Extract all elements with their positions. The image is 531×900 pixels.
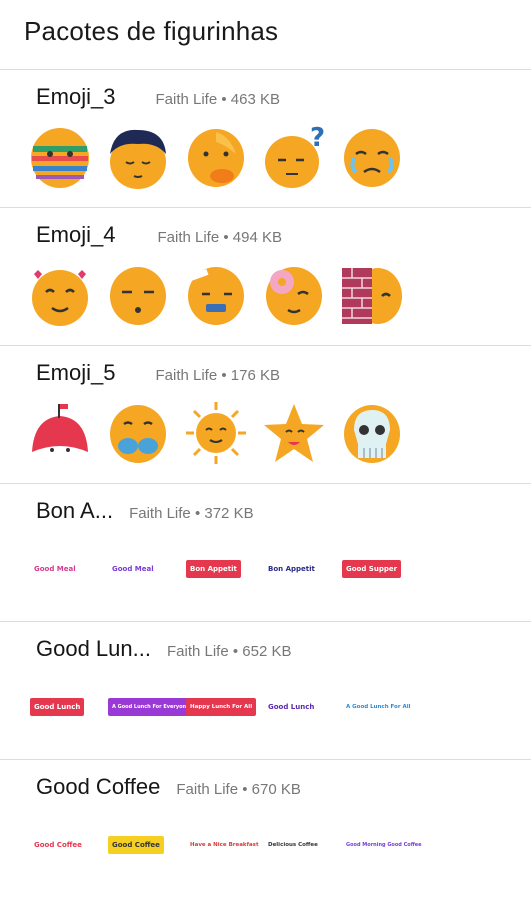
text-sticker: Good Lunch xyxy=(268,703,315,711)
pack-name: Emoji_5 xyxy=(36,360,116,385)
emoji-sleepy-sticker xyxy=(106,262,170,328)
pack-size: 652 KB xyxy=(242,643,292,660)
text-sticker: Good Meal xyxy=(34,565,76,573)
emoji-duck-beak-sticker xyxy=(184,124,248,190)
pack-publisher: Faith Life xyxy=(129,505,191,522)
pack-name: Emoji_3 xyxy=(36,84,116,109)
sticker-pack-good-coffee[interactable]: Good Coffee Faith Life • 670 KB Good Cof… xyxy=(0,759,531,897)
pack-size: 176 KB xyxy=(230,367,281,384)
emoji-bandage-sticker xyxy=(184,262,248,328)
pack-publisher: Faith Life xyxy=(155,91,218,108)
text-sticker: Good Coffee xyxy=(106,814,170,880)
pack-size: 463 KB xyxy=(230,91,281,108)
pack-meta: Faith Life • 652 KB xyxy=(166,643,292,660)
emoji-hair-sticker xyxy=(106,124,170,190)
text-sticker: Bon Appetit xyxy=(184,538,248,604)
pack-size: 494 KB xyxy=(232,229,283,246)
emoji-star-sticker xyxy=(262,400,326,466)
emoji-donut-sticker xyxy=(262,262,326,328)
pack-publisher: Faith Life xyxy=(155,367,218,384)
text-sticker: Good Meal xyxy=(112,565,154,573)
pack-meta: Faith Life • 463 KB xyxy=(155,91,281,108)
pack-meta: Faith Life • 372 KB xyxy=(129,505,254,522)
text-sticker: Delicious Coffee xyxy=(268,842,318,848)
sticker-pack-emoji-3[interactable]: Emoji_3 Faith Life • 463 KB ? xyxy=(0,69,531,207)
emoji-skull-sticker xyxy=(340,400,404,466)
text-sticker: Happy Lunch For All xyxy=(184,676,257,742)
emoji-cake-sticker xyxy=(28,400,92,466)
pack-name: Good Coffee xyxy=(36,774,161,799)
pack-meta: Faith Life • 494 KB xyxy=(157,229,283,246)
text-sticker: Bon Appetit xyxy=(268,565,315,573)
pack-name: Bon A... xyxy=(36,498,114,523)
page-title: Pacotes de figurinhas xyxy=(24,16,279,46)
emoji-bikini-sticker xyxy=(106,400,170,466)
text-sticker: Good Coffee xyxy=(34,841,82,849)
svg-text:?: ? xyxy=(310,124,325,153)
emoji-question-sticker: ? xyxy=(262,124,326,190)
pack-size: 670 KB xyxy=(251,781,301,798)
pack-meta: Faith Life • 176 KB xyxy=(155,367,281,384)
pack-name: Emoji_4 xyxy=(36,222,116,247)
sticker-pack-emoji-4[interactable]: Emoji_4 Faith Life • 494 KB xyxy=(0,207,531,345)
text-sticker: Good Supper xyxy=(340,538,404,604)
emoji-brick-wall-sticker xyxy=(340,262,404,328)
emoji-hearts-sticker xyxy=(28,262,92,328)
sticker-pack-good-lunch[interactable]: Good Lun... Faith Life • 652 KB Good Lun… xyxy=(0,621,531,759)
sticker-pack-bon-appetit[interactable]: Bon A... Faith Life • 372 KB Good Meal G… xyxy=(0,483,531,621)
emoji-sun-sticker xyxy=(184,400,248,466)
pack-meta: Faith Life • 670 KB xyxy=(176,781,301,798)
sticker-pack-list-screen: Pacotes de figurinhas Emoji_3 Faith Life… xyxy=(0,0,531,900)
text-sticker: A Good Lunch For Everyone xyxy=(106,676,194,742)
emoji-easter-egg-sticker xyxy=(28,124,92,190)
pack-name: Good Lun... xyxy=(36,636,151,661)
emoji-crying-sticker xyxy=(340,124,404,190)
pack-publisher: Faith Life xyxy=(157,229,220,246)
pack-publisher: Faith Life xyxy=(176,781,239,798)
pack-size: 372 KB xyxy=(204,505,254,522)
sticker-pack-emoji-5[interactable]: Emoji_5 Faith Life • 176 KB xyxy=(0,345,531,483)
text-sticker: Good Morning Good Coffee xyxy=(346,842,422,848)
text-sticker: Have a Nice Breakfast xyxy=(190,842,259,848)
text-sticker: Good Lunch xyxy=(28,676,92,742)
text-sticker: A Good Lunch For All xyxy=(346,704,411,710)
pack-publisher: Faith Life xyxy=(166,643,229,660)
